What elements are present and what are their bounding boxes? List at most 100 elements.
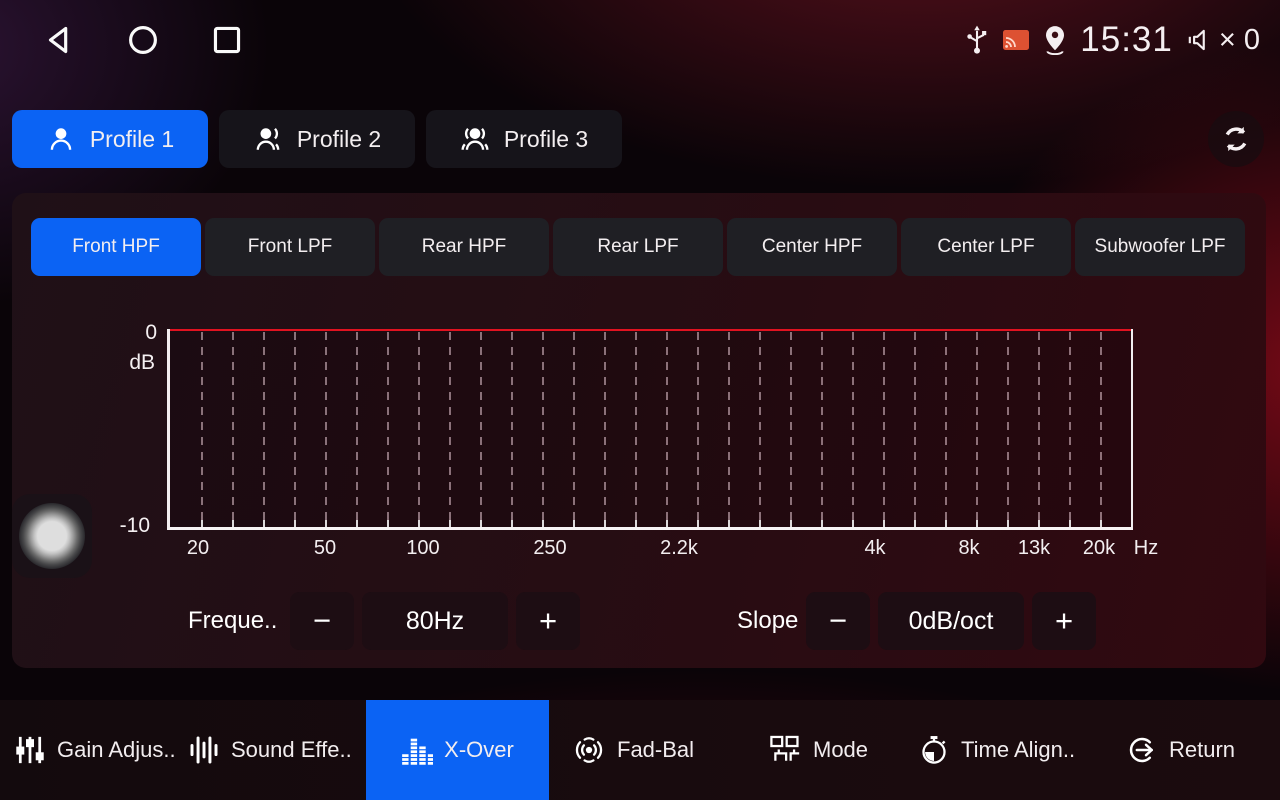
x-axis-tick-8k: 8k xyxy=(958,537,979,560)
y-axis-tick-m10: -10 xyxy=(90,514,150,538)
gridline xyxy=(201,332,203,527)
gridline xyxy=(294,332,296,527)
x-axis-unit: Hz xyxy=(1134,537,1158,560)
reset-button[interactable] xyxy=(1208,111,1264,167)
filter-tab-subwoofer-lpf[interactable]: Subwoofer LPF xyxy=(1075,218,1245,276)
equalizer-icon xyxy=(401,734,433,766)
knob-face xyxy=(19,503,85,569)
back-icon[interactable] xyxy=(40,21,78,59)
status-bar: 15:31 × 0 xyxy=(0,0,1280,80)
frequency-value: 80Hz xyxy=(362,592,508,650)
home-icon[interactable] xyxy=(124,21,162,59)
filter-tab-front-hpf[interactable]: Front HPF xyxy=(31,218,201,276)
profile-tabs: Profile 1 Profile 2Profile 3 xyxy=(12,110,622,168)
slope-stepper: − 0dB/oct + xyxy=(806,592,1096,650)
return-arrow-icon xyxy=(1126,734,1158,766)
filter-tab-front-lpf[interactable]: Front LPF xyxy=(205,218,375,276)
axis-tick xyxy=(418,520,420,527)
nav-item-fad-bal[interactable]: Fad-Bal xyxy=(572,700,694,800)
recents-icon[interactable] xyxy=(208,21,246,59)
axis-tick xyxy=(821,520,823,527)
android-nav-keys xyxy=(0,21,246,59)
gridline xyxy=(263,332,265,527)
x-axis-tick-20k: 20k xyxy=(1083,537,1115,560)
frequency-stepper: − 80Hz + xyxy=(290,592,580,650)
axis-tick xyxy=(976,520,978,527)
axis-tick xyxy=(1100,520,1102,527)
filter-tab-rear-lpf[interactable]: Rear LPF xyxy=(553,218,723,276)
car-audio-xover-screen: 15:31 × 0 Profile 1 Profile 2Profile 3 xyxy=(0,0,1280,800)
axis-tick xyxy=(263,520,265,527)
gridline xyxy=(511,332,513,527)
profile-tab-profile-3[interactable]: Profile 3 xyxy=(426,110,622,168)
rotary-knob[interactable] xyxy=(12,494,92,578)
gain-sliders-icon xyxy=(14,734,46,766)
nav-item-gain-adjus[interactable]: Gain Adjus.. xyxy=(14,700,176,800)
cast-icon xyxy=(1002,29,1030,51)
axis-tick xyxy=(511,520,513,527)
nav-item-label: Fad-Bal xyxy=(617,737,694,763)
gridline xyxy=(449,332,451,527)
axis-tick xyxy=(356,520,358,527)
volume-status: × 0 xyxy=(1185,24,1260,57)
sync-icon xyxy=(1219,122,1253,156)
clock: 15:31 xyxy=(1080,20,1173,60)
frequency-label: Freque.. xyxy=(188,592,277,650)
profile-tab-profile-2[interactable]: Profile 2 xyxy=(219,110,415,168)
xover-panel: Front HPFFront LPFRear HPFRear LPFCenter… xyxy=(12,193,1266,668)
nav-item-mode[interactable]: Mode xyxy=(768,700,868,800)
gridline xyxy=(914,332,916,527)
gridline xyxy=(1007,332,1009,527)
axis-tick xyxy=(449,520,451,527)
gridline xyxy=(1038,332,1040,527)
volume-level: × 0 xyxy=(1219,24,1260,57)
axis-tick xyxy=(294,520,296,527)
nav-item-return[interactable]: Return xyxy=(1126,700,1235,800)
nav-item-sound-effe[interactable]: Sound Effe.. xyxy=(188,700,352,800)
nav-item-time-align[interactable]: Time Align.. xyxy=(918,700,1075,800)
slope-plus-button[interactable]: + xyxy=(1032,592,1096,650)
status-icons: 15:31 × 0 xyxy=(964,20,1280,60)
axis-tick xyxy=(1007,520,1009,527)
x-axis-tick-250: 250 xyxy=(533,537,566,560)
x-axis-tick-4k: 4k xyxy=(864,537,885,560)
mode-grid-icon xyxy=(768,733,802,767)
stopwatch-icon xyxy=(918,734,950,766)
x-axis-tick-50: 50 xyxy=(314,537,336,560)
nav-item-x-over[interactable]: X-Over xyxy=(366,700,549,800)
person-switch-icon xyxy=(253,124,283,154)
filter-tab-rear-hpf[interactable]: Rear HPF xyxy=(379,218,549,276)
axis-tick xyxy=(604,520,606,527)
axis-tick xyxy=(573,520,575,527)
x-axis-tick-20: 20 xyxy=(187,537,209,560)
axis-tick xyxy=(852,520,854,527)
axis-tick xyxy=(666,520,668,527)
profile-tab-profile-1[interactable]: Profile 1 xyxy=(12,110,208,168)
x-axis-tick-2-2k: 2.2k xyxy=(660,537,698,560)
filter-tab-center-lpf[interactable]: Center LPF xyxy=(901,218,1071,276)
nav-item-label: Return xyxy=(1169,737,1235,763)
profile-label: Profile 1 xyxy=(90,126,174,153)
filter-tabs: Front HPFFront LPFRear HPFRear LPFCenter… xyxy=(31,218,1245,276)
slope-value: 0dB/oct xyxy=(878,592,1024,650)
person-icon xyxy=(46,124,76,154)
gridline xyxy=(387,332,389,527)
nav-item-label: Gain Adjus.. xyxy=(57,737,176,763)
nav-item-label: Sound Effe.. xyxy=(231,737,352,763)
axis-tick xyxy=(232,520,234,527)
frequency-plus-button[interactable]: + xyxy=(516,592,580,650)
slope-minus-button[interactable]: − xyxy=(806,592,870,650)
filter-tab-center-hpf[interactable]: Center HPF xyxy=(727,218,897,276)
axis-tick xyxy=(945,520,947,527)
gridline xyxy=(1100,332,1102,527)
gridline xyxy=(635,332,637,527)
axis-tick xyxy=(201,520,203,527)
y-axis-tick-0: 0 xyxy=(97,321,157,345)
x-axis-tick-13k: 13k xyxy=(1018,537,1050,560)
sound-effect-bars-icon xyxy=(188,734,220,766)
gridline xyxy=(697,332,699,527)
frequency-minus-button[interactable]: − xyxy=(290,592,354,650)
x-axis-tick-100: 100 xyxy=(406,537,439,560)
profile-row: Profile 1 Profile 2Profile 3 xyxy=(0,110,1280,168)
axis-tick xyxy=(914,520,916,527)
